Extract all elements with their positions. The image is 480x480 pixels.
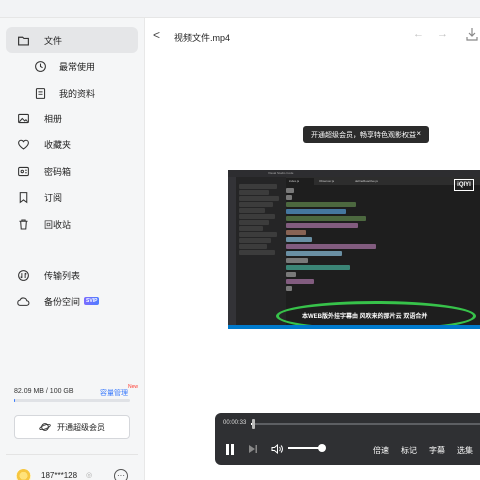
sidebar: 文件 最常使用 我的资料 相册 收藏夹 密码箱 订阅 回收站 传输列表 备份空间… [0, 18, 145, 480]
vip-promo-toast: 开通超级会员，畅享特色观影权益 × [303, 126, 429, 143]
sidebar-item-label: 最常使用 [59, 61, 96, 72]
sidebar-item-frequent[interactable]: 最常使用 [6, 53, 138, 79]
iqiyi-watermark: iQIYI [454, 179, 474, 191]
image-icon [15, 110, 31, 126]
storage-usage-text: 82.09 MB / 100 GB [14, 388, 74, 395]
progress-bar[interactable] [251, 423, 480, 425]
heart-icon [15, 136, 31, 152]
sidebar-item-label: 传输列表 [44, 270, 81, 281]
sidebar-item-favorites[interactable]: 收藏夹 [6, 131, 138, 157]
prev-file-button[interactable]: ← [413, 28, 424, 40]
document-icon [32, 85, 48, 101]
bookmark-icon [15, 189, 31, 205]
more-options-button[interactable]: ··· [114, 469, 128, 480]
player-controls: 00:00:33 倍速 标记 字幕 选集 [215, 413, 480, 465]
planet-icon [39, 421, 51, 433]
sidebar-item-backup[interactable]: 备份空间 SVIP [6, 288, 138, 314]
storage-progress-fill [14, 399, 16, 402]
sidebar-item-my-documents[interactable]: 我的资料 [6, 80, 138, 106]
cloud-icon [15, 293, 31, 309]
sidebar-item-safe[interactable]: 密码箱 [6, 158, 138, 184]
sidebar-item-label: 订阅 [44, 192, 63, 203]
episodes-button[interactable]: 选集 [457, 445, 473, 456]
clock-icon [32, 58, 48, 74]
main-panel: < 视频文件.mp4 ← → 开通超级会员，畅享特色观影权益 × Visual … [145, 18, 480, 480]
sidebar-item-label: 备份空间 [44, 296, 81, 307]
toast-close-button[interactable]: × [416, 129, 421, 138]
storage-progress-bar [14, 399, 130, 402]
video-editor-tab: index.js [286, 178, 314, 185]
avatar[interactable] [16, 469, 31, 480]
sidebar-item-transfers[interactable]: 传输列表 [6, 262, 138, 288]
sidebar-item-label: 文件 [44, 35, 63, 46]
safe-icon [15, 163, 31, 179]
back-button[interactable]: < [153, 28, 160, 42]
transfer-icon [15, 267, 31, 283]
page-title: 视频文件.mp4 [174, 33, 231, 43]
sidebar-item-recycle-bin[interactable]: 回收站 [6, 211, 138, 237]
sidebar-item-label: 回收站 [44, 219, 72, 230]
video-code-area [286, 188, 480, 298]
video-editor-tab: defineReactive.js [355, 179, 378, 183]
progress-handle[interactable] [252, 419, 255, 429]
file-icon [15, 32, 31, 48]
volume-handle[interactable] [318, 444, 326, 452]
user-level-badge: ◎ [86, 472, 93, 479]
video-editor-tab: Observer.js [319, 179, 335, 183]
trash-icon [15, 216, 31, 232]
next-file-button[interactable]: → [437, 28, 448, 40]
more-icon: ··· [117, 471, 125, 480]
video-explorer-pane [236, 177, 286, 329]
playback-time: 00:00:33 [223, 420, 247, 426]
toast-text: 开通超级会员，畅享特色观影权益 [311, 131, 416, 139]
username: 187***128 [41, 471, 78, 480]
open-vip-button[interactable]: 开通超级会员 [14, 415, 130, 439]
video-status-bar [228, 325, 480, 329]
video-subtitle: 本WEB版外挂字幕由 风吹来的那片云 双语合并 [302, 314, 428, 320]
subtitle-button[interactable]: 字幕 [429, 445, 445, 456]
video-frame[interactable]: Visual Studio Code index.js Observer.js … [228, 170, 480, 329]
video-editor-tabs: index.js Observer.js defineReactive.js [286, 177, 480, 185]
new-badge: New [128, 384, 139, 390]
speed-button[interactable]: 倍速 [373, 445, 389, 456]
window-top-strip [0, 0, 480, 18]
svip-badge: SVIP [84, 297, 100, 305]
pause-button[interactable] [225, 444, 235, 455]
sidebar-divider [6, 454, 138, 455]
next-episode-icon[interactable] [248, 444, 258, 454]
video-window-title: Visual Studio Code [228, 170, 480, 177]
storage-manage-link[interactable]: 容量管理 [100, 388, 128, 398]
sidebar-item-label: 密码箱 [44, 166, 72, 177]
video-activity-bar [228, 177, 236, 329]
volume-icon[interactable] [271, 444, 283, 454]
bookmark-button[interactable]: 标记 [401, 445, 417, 456]
sidebar-item-label: 我的资料 [59, 88, 96, 99]
sidebar-item-label: 收藏夹 [44, 139, 72, 150]
open-vip-label: 开通超级会员 [57, 422, 105, 432]
sidebar-item-files[interactable]: 文件 [6, 27, 138, 53]
download-icon[interactable] [466, 27, 478, 46]
sidebar-item-album[interactable]: 相册 [6, 105, 138, 131]
sidebar-item-label: 相册 [44, 113, 63, 124]
sidebar-item-subscriptions[interactable]: 订阅 [6, 184, 138, 210]
